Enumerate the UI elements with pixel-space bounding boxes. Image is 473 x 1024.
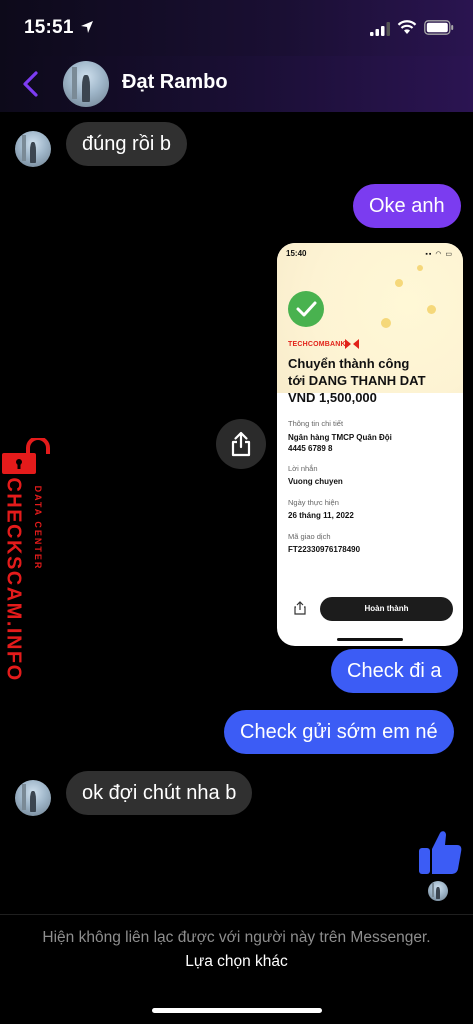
share-button[interactable]: [216, 419, 266, 469]
cellular-signal-icon: [370, 22, 390, 36]
coin-decoration: [381, 318, 391, 328]
unavailable-notice: Hiện không liên lạc được với người này t…: [30, 926, 443, 974]
date-value: 26 tháng 11, 2022: [288, 511, 354, 520]
contact-name[interactable]: Đạt Rambo: [122, 71, 228, 94]
location-arrow-icon: [81, 21, 93, 33]
other-options-link[interactable]: Lựa chọn khác: [185, 953, 288, 970]
receipt-home-indicator: [337, 638, 403, 641]
account-number: 4445 6789 8: [288, 444, 333, 453]
sender-avatar[interactable]: [15, 131, 51, 167]
receipt-done-button: Hoàn thành: [320, 597, 453, 621]
share-icon: [231, 431, 251, 457]
watermark-title: CHECKSCAM.INFO: [2, 477, 25, 682]
notice-text: Hiện không liên lạc được với người này t…: [42, 929, 431, 946]
message-bubble-outgoing[interactable]: Check gửi sớm em né: [224, 710, 454, 754]
coin-decoration: [427, 305, 436, 314]
message-label: Lời nhắn: [288, 464, 318, 473]
transaction-id-label: Mã giao dịch: [288, 532, 331, 541]
bank-name: Ngân hàng TMCP Quân Đội: [288, 433, 392, 442]
thumbs-up-icon[interactable]: [418, 829, 462, 875]
transaction-id-value: FT22330976178490: [288, 545, 361, 554]
seen-receipt-avatar: [428, 881, 448, 901]
watermark: DATA CENTER CHECKSCAM.INFO: [0, 438, 56, 682]
message-bubble-outgoing[interactable]: Oke anh: [353, 184, 461, 228]
bank-logo-text: TECHCOMBANK: [288, 341, 346, 348]
battery-icon: [424, 20, 454, 35]
date-label: Ngày thực hiện: [288, 498, 339, 507]
back-chevron-icon[interactable]: [20, 70, 42, 98]
status-time: 15:51: [24, 17, 74, 38]
message-value: Vuong chuyen: [288, 477, 343, 486]
message-bubble-incoming[interactable]: ok đợi chút nha b: [66, 771, 253, 815]
coin-decoration: [395, 279, 403, 287]
receipt-image-attachment[interactable]: 15:40 ▪▪ ◠ ▭ TECHCOMBANK Chuyển thành cô…: [277, 243, 463, 646]
watermark-subtitle: DATA CENTER: [33, 485, 43, 571]
wifi-icon: [397, 20, 417, 34]
coin-decoration: [417, 265, 423, 271]
details-label: Thông tin chi tiết: [288, 419, 344, 428]
receipt-share-icon: [294, 601, 306, 615]
message-bubble-outgoing[interactable]: Check đi a: [331, 649, 458, 693]
home-indicator: [152, 1008, 322, 1013]
success-check-icon: [288, 291, 324, 327]
contact-avatar[interactable]: [63, 61, 109, 107]
receipt-status-time: 15:40: [286, 249, 307, 258]
receipt-title: Chuyển thành công tới DANG THANH DAT VND…: [288, 356, 426, 405]
status-bar: 15:51: [0, 0, 473, 56]
sender-avatar[interactable]: [15, 780, 51, 816]
message-bubble-incoming[interactable]: đúng rồi b: [66, 122, 187, 166]
footer-divider: [0, 914, 473, 915]
receipt-status-icons: ▪▪ ◠ ▭: [425, 251, 453, 258]
bank-logo-icon: [345, 339, 359, 349]
